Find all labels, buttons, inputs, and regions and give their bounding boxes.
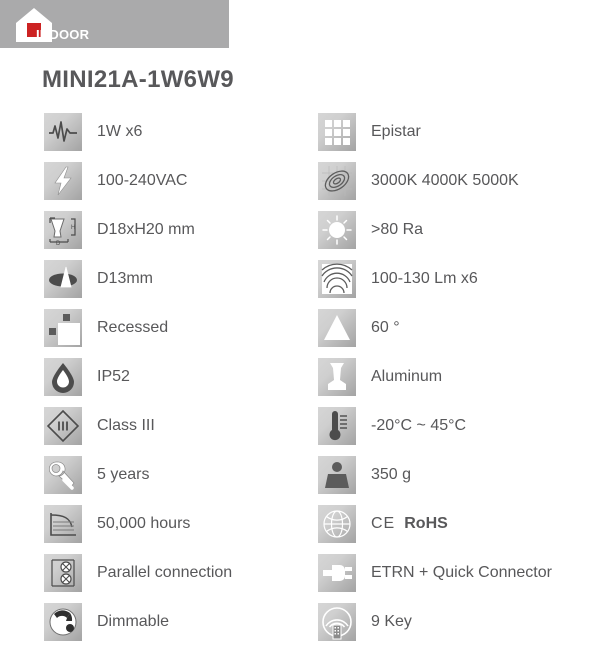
rohs-mark: RoHS: [404, 514, 448, 532]
lifetime-graph-icon: [44, 504, 82, 543]
spec-row: H D D18xH20 mm: [44, 205, 314, 254]
recessed-mount-icon: [44, 308, 82, 347]
svg-text:H: H: [71, 225, 75, 231]
spec-row: Recessed: [44, 303, 314, 352]
spec-row: ETRN + Quick Connector: [318, 548, 600, 597]
spec-row: D13mm: [44, 254, 314, 303]
wrench-warranty-icon: [44, 455, 82, 494]
spec-row: Dimmable: [44, 597, 314, 646]
parallel-circuit-icon: [44, 553, 82, 592]
spec-row: >80 Ra: [318, 205, 600, 254]
spec-row: 100-130 Lm x6: [318, 254, 600, 303]
spec-label: CE RoHS: [371, 514, 448, 532]
spec-label: IP52: [97, 367, 130, 385]
spec-label: 100-130 Lm x6: [371, 269, 478, 287]
class-diamond-icon: [44, 406, 82, 445]
spec-label: 3000K 4000K 5000K: [371, 171, 519, 189]
water-drop-ip-icon: [44, 357, 82, 396]
spec-row: Aluminum: [318, 352, 600, 401]
spec-label: Class III: [97, 416, 155, 434]
spec-row: -20°C ~ 45°C: [318, 401, 600, 450]
spec-label: Parallel connection: [97, 563, 233, 581]
lightning-bolt-icon: [44, 161, 82, 200]
spec-row: IP52: [44, 352, 314, 401]
spec-row: Epistar: [318, 107, 600, 156]
spec-label: Aluminum: [371, 367, 443, 385]
spec-label: -20°C ~ 45°C: [371, 416, 467, 434]
plug-connector-icon: [318, 553, 356, 592]
spec-label: 5 years: [97, 465, 150, 483]
spec-label: Recessed: [97, 318, 169, 336]
spec-row: 5 years: [44, 450, 314, 499]
color-temperature-icon: [318, 161, 356, 200]
cutout-diameter-icon: [44, 259, 82, 298]
sun-cri-icon: [318, 210, 356, 249]
luminous-flux-icon: [318, 259, 356, 298]
remote-control-icon: [318, 602, 356, 641]
spec-label: 100-240VAC: [97, 171, 188, 189]
spec-label: Dimmable: [97, 612, 170, 630]
thermometer-icon: [318, 406, 356, 445]
weight-icon: [318, 455, 356, 494]
spec-label: 1W x6: [97, 122, 143, 140]
spec-label: 350 g: [371, 465, 412, 483]
spec-row: CE RoHS: [318, 499, 600, 548]
spec-label: Epistar: [371, 122, 421, 140]
housing-material-icon: [318, 357, 356, 396]
spec-label: 60 °: [371, 318, 400, 336]
waveform-power-icon: [44, 112, 82, 151]
spec-label: D18xH20 mm: [97, 220, 195, 238]
fixture-dimensions-icon: H D: [44, 210, 82, 249]
ce-mark: CE: [371, 514, 396, 532]
spec-row: 1W x6: [44, 107, 314, 156]
spec-label: >80 Ra: [371, 220, 424, 238]
spec-row: 60 °: [318, 303, 600, 352]
page-title: MINI21A-1W6W9: [42, 66, 234, 93]
spec-column-left: 1W x6 100-240VAC H D D18xH20 mm D13mm Re…: [44, 107, 314, 646]
led-chip-grid-icon: [318, 112, 356, 151]
spec-label: 9 Key: [371, 612, 412, 630]
dimmer-knob-icon: [44, 602, 82, 641]
spec-row: 100-240VAC: [44, 156, 314, 205]
spec-row: Parallel connection: [44, 548, 314, 597]
spec-row: 3000K 4000K 5000K: [318, 156, 600, 205]
spec-row: 9 Key: [318, 597, 600, 646]
spec-label: D13mm: [97, 269, 154, 287]
spec-label: 50,000 hours: [97, 514, 191, 532]
beam-angle-icon: [318, 308, 356, 347]
spec-row: 350 g: [318, 450, 600, 499]
indoor-label: INDOOR: [36, 27, 90, 42]
svg-text:D: D: [56, 241, 61, 247]
globe-certification-icon: [318, 504, 356, 543]
spec-row: 50,000 hours: [44, 499, 314, 548]
spec-row: Class III: [44, 401, 314, 450]
indoor-header-bar: INDOOR: [0, 0, 229, 48]
spec-column-right: Epistar 3000K 4000K 5000K >80 Ra 100-130…: [318, 107, 600, 646]
spec-label: ETRN + Quick Connector: [371, 563, 552, 581]
